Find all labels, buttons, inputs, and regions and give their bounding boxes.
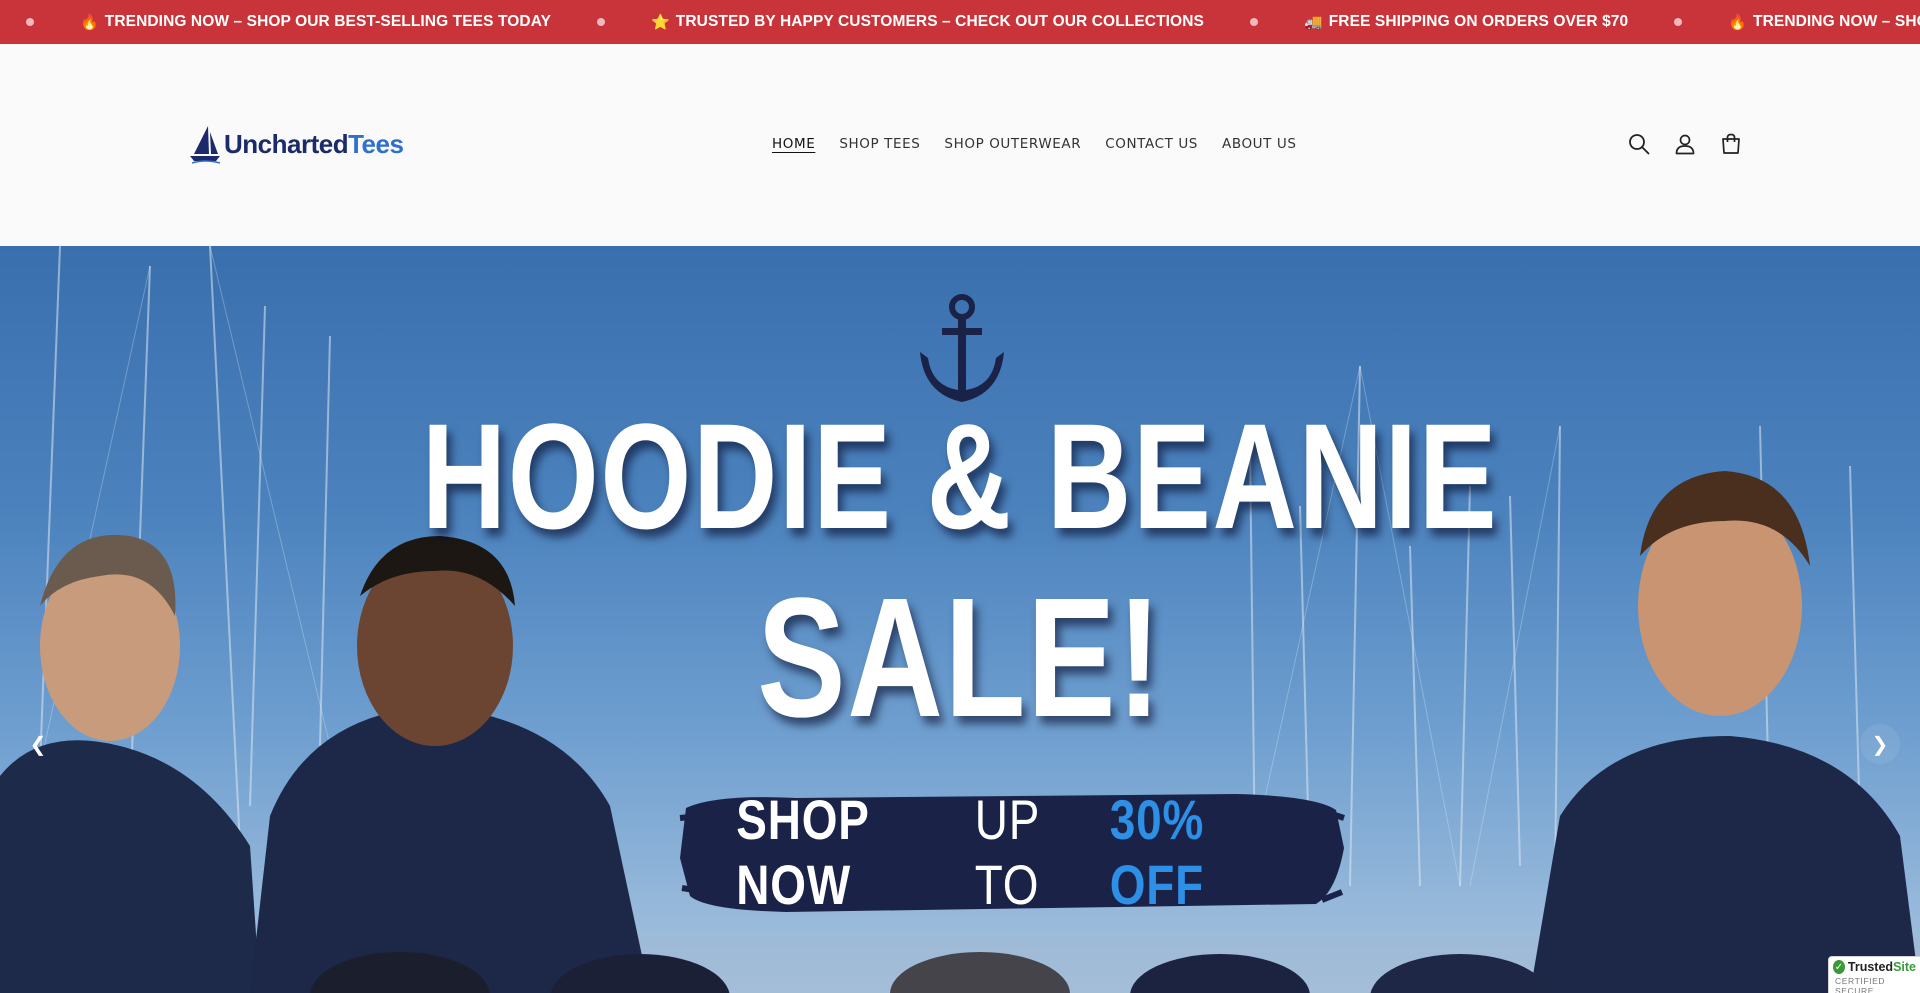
hero-title-line1: HOODIE & BEANIE (421, 392, 1499, 560)
nav-shop-tees[interactable]: SHOP TEES (839, 134, 920, 154)
announcement-text: FREE SHIPPING ON ORDERS OVER $70 (1328, 13, 1629, 30)
separator-dot (597, 18, 606, 26)
chevron-right-icon: ❯ (1871, 732, 1889, 756)
search-button[interactable] (1616, 128, 1662, 160)
hero-title-line2: SALE! (757, 563, 1163, 753)
site-logo[interactable]: UnchartedTees (188, 122, 404, 166)
slideshow-prev-button[interactable]: ❮ (18, 724, 58, 764)
announcement-text: TRUSTED BY HAPPY CUSTOMERS – CHECK OUT O… (675, 13, 1204, 30)
nav-shop-outerwear[interactable]: SHOP OUTERWEAR (944, 134, 1081, 154)
cart-button[interactable] (1708, 128, 1754, 160)
checkmark-icon: ✓ (1833, 960, 1845, 974)
separator-dot (26, 18, 34, 26)
trust-badge-name: TrustedSite (1847, 960, 1916, 974)
fire-icon: 🔥 (1728, 13, 1748, 31)
account-button[interactable] (1662, 128, 1708, 160)
cta-shop-now: SHOP NOW (736, 788, 869, 916)
hero-slideshow[interactable]: HOODIE & BEANIE SALE! SHOP NOW UP TO 30%… (0, 246, 1920, 993)
trustedsite-badge[interactable]: ✓ TrustedSite CERTIFIED SECURE (1828, 956, 1920, 993)
nav-contact-us[interactable]: CONTACT US (1105, 134, 1198, 154)
beanies-row-image (310, 952, 1550, 993)
header-actions (1616, 128, 1754, 160)
logo-text: UnchartedTees (224, 128, 404, 159)
trust-badge-subtitle: CERTIFIED SECURE (1835, 976, 1886, 993)
fire-icon: 🔥 (80, 13, 99, 31)
cta-up-to: UP TO (974, 788, 1040, 916)
site-header: UnchartedTees HOME SHOP TEES SHOP OUTERW… (0, 44, 1920, 246)
chevron-left-icon: ❮ (29, 732, 47, 756)
main-nav: HOME SHOP TEES SHOP OUTERWEAR CONTACT US… (760, 132, 1309, 156)
star-icon: ⭐ (651, 13, 670, 31)
announcement-text: TRENDING NOW – SHOP OUR BEST-SELLING TEE… (104, 13, 552, 30)
account-icon (1675, 134, 1695, 155)
cta-discount: 30% OFF (1109, 788, 1205, 916)
hero-cta-text[interactable]: SHOP NOW UP TO 30% OFF (736, 788, 1285, 916)
announcement-item[interactable]: 🔥 TRENDING NOW – SHOP OUR BEST-SELLING T… (80, 13, 551, 31)
slideshow-next-button[interactable]: ❯ (1860, 724, 1900, 764)
anchor-icon (920, 294, 1004, 402)
announcement-item[interactable]: ⭐ TRUSTED BY HAPPY CUSTOMERS – CHECK OUT… (651, 13, 1204, 31)
announcement-item[interactable]: 🔥 TRENDING NOW – SHOP OUR (1728, 13, 1920, 31)
nav-about-us[interactable]: ABOUT US (1222, 134, 1297, 154)
truck-icon: 🚚 (1303, 13, 1323, 31)
cart-icon (1722, 133, 1740, 154)
announcement-text: TRENDING NOW – SHOP OUR (1753, 13, 1920, 30)
announcement-bar: 🔥 TRENDING NOW – SHOP OUR BEST-SELLING T… (0, 0, 1920, 44)
separator-dot (1249, 18, 1258, 26)
nav-home[interactable]: HOME (772, 134, 815, 154)
separator-dot (1674, 18, 1683, 26)
announcement-item[interactable]: 🚚 FREE SHIPPING ON ORDERS OVER $70 (1304, 13, 1628, 31)
sailboat-icon (190, 126, 221, 164)
search-icon (1629, 134, 1650, 155)
